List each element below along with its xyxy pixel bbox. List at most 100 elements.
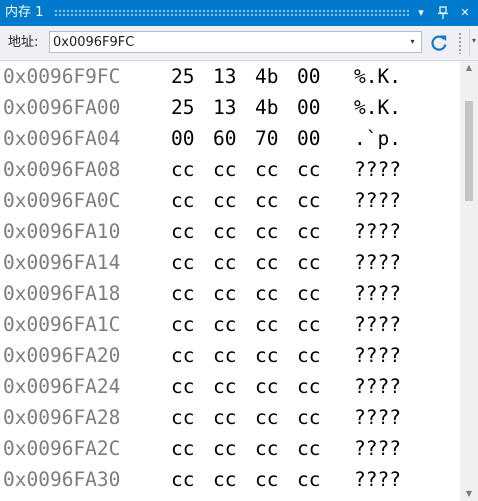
memory-byte[interactable]: 13 [213, 61, 236, 92]
memory-byte[interactable]: cc [255, 402, 278, 433]
memory-row[interactable]: 0x0096FA1C cc cc cc cc???? [0, 309, 460, 340]
memory-row[interactable]: 0x0096FA28 cc cc cc cc???? [0, 402, 460, 433]
memory-byte[interactable]: 4b [255, 61, 278, 92]
memory-row[interactable]: 0x0096FA30 cc cc cc cc???? [0, 464, 460, 495]
memory-row[interactable]: 0x0096FA20 cc cc cc cc???? [0, 340, 460, 371]
memory-ascii: %.K. [354, 65, 401, 88]
memory-byte[interactable]: cc [213, 185, 236, 216]
memory-byte[interactable]: cc [297, 309, 320, 340]
window-title-bar[interactable]: 内存 1 ▾ ✕ [0, 0, 478, 26]
toolbar-separator [469, 29, 470, 56]
memory-byte[interactable]: cc [213, 247, 236, 278]
memory-byte[interactable]: cc [297, 247, 320, 278]
toolbar-overflow-icon[interactable]: ▾ [472, 36, 476, 45]
memory-byte[interactable]: 25 [171, 61, 194, 92]
vertical-scrollbar[interactable]: ▲ ▼ [460, 61, 478, 501]
memory-byte[interactable]: cc [213, 371, 236, 402]
memory-row[interactable]: 0x0096FA2C cc cc cc cc???? [0, 433, 460, 464]
memory-byte[interactable]: cc [297, 371, 320, 402]
memory-byte[interactable]: cc [255, 154, 278, 185]
memory-ascii: ???? [354, 251, 401, 274]
memory-ascii: ???? [354, 189, 401, 212]
memory-row[interactable]: 0x0096FA24 cc cc cc cc???? [0, 371, 460, 402]
memory-byte[interactable]: 25 [171, 92, 194, 123]
memory-byte[interactable]: cc [213, 309, 236, 340]
memory-byte[interactable]: cc [255, 340, 278, 371]
memory-row[interactable]: 0x0096FA04 00 60 70 00 .`p. [0, 123, 460, 154]
scroll-up-icon[interactable]: ▲ [460, 61, 478, 75]
address-combobox[interactable]: ▾ [49, 31, 422, 53]
toolbar-grip[interactable] [458, 32, 462, 54]
memory-byte[interactable]: cc [213, 340, 236, 371]
memory-byte[interactable]: cc [171, 464, 194, 495]
memory-byte[interactable]: cc [171, 247, 194, 278]
memory-byte[interactable]: cc [297, 433, 320, 464]
memory-ascii: ???? [354, 344, 401, 367]
memory-byte[interactable]: cc [171, 402, 194, 433]
memory-byte[interactable]: 00 [297, 61, 320, 92]
memory-address: 0x0096FA1C [3, 313, 121, 336]
memory-byte[interactable]: cc [297, 402, 320, 433]
memory-address: 0x0096FA20 [3, 344, 121, 367]
memory-row[interactable]: 0x0096F9FC 25 13 4b 00 %.K. [0, 61, 460, 92]
memory-byte[interactable]: cc [255, 247, 278, 278]
memory-byte[interactable]: cc [297, 154, 320, 185]
close-icon[interactable]: ✕ [456, 4, 474, 22]
address-input[interactable] [53, 33, 393, 51]
memory-byte[interactable]: cc [255, 464, 278, 495]
memory-byte[interactable]: cc [171, 216, 194, 247]
memory-byte[interactable]: cc [213, 154, 236, 185]
memory-byte[interactable]: cc [171, 309, 194, 340]
scroll-down-icon[interactable]: ▼ [460, 487, 478, 501]
chevron-down-icon[interactable]: ▾ [404, 32, 421, 52]
memory-byte[interactable]: cc [255, 371, 278, 402]
memory-byte[interactable]: cc [255, 433, 278, 464]
memory-byte[interactable]: cc [213, 216, 236, 247]
memory-byte[interactable]: cc [213, 278, 236, 309]
memory-byte[interactable]: cc [171, 154, 194, 185]
memory-byte[interactable]: cc [171, 185, 194, 216]
title-drag-grip[interactable] [54, 9, 409, 16]
memory-ascii: %.K. [354, 96, 401, 119]
refresh-icon[interactable] [429, 33, 449, 53]
memory-byte[interactable]: cc [171, 433, 194, 464]
memory-ascii: ???? [354, 313, 401, 336]
window-menu-dropdown-icon[interactable]: ▾ [412, 4, 430, 22]
memory-ascii: .`p. [354, 127, 401, 150]
memory-row[interactable]: 0x0096FA14 cc cc cc cc???? [0, 247, 460, 278]
memory-byte[interactable]: cc [297, 340, 320, 371]
memory-byte[interactable]: cc [255, 185, 278, 216]
scrollbar-thumb[interactable] [465, 101, 473, 201]
memory-byte[interactable]: cc [255, 309, 278, 340]
memory-byte[interactable]: cc [297, 278, 320, 309]
memory-byte[interactable]: cc [213, 464, 236, 495]
memory-byte[interactable]: cc [297, 216, 320, 247]
memory-byte[interactable]: cc [297, 185, 320, 216]
pin-icon[interactable] [434, 4, 452, 22]
window-title: 内存 1 [5, 5, 44, 20]
memory-address: 0x0096F9FC [3, 65, 121, 88]
memory-byte[interactable]: cc [171, 371, 194, 402]
memory-row[interactable]: 0x0096FA18 cc cc cc cc???? [0, 278, 460, 309]
memory-byte[interactable]: cc [255, 216, 278, 247]
memory-byte[interactable]: 00 [297, 92, 320, 123]
memory-byte[interactable]: 00 [171, 123, 194, 154]
memory-row[interactable]: 0x0096FA10 cc cc cc cc???? [0, 216, 460, 247]
memory-byte[interactable]: 13 [213, 92, 236, 123]
memory-address: 0x0096FA0C [3, 189, 121, 212]
memory-byte[interactable]: cc [255, 278, 278, 309]
memory-byte[interactable]: cc [171, 340, 194, 371]
memory-byte[interactable]: cc [213, 433, 236, 464]
memory-view[interactable]: 0x0096F9FC 25 13 4b 00 %.K. 0x0096FA00 25 13 4b 00… [0, 61, 460, 501]
memory-byte[interactable]: 70 [255, 123, 278, 154]
memory-address: 0x0096FA18 [3, 282, 121, 305]
memory-row[interactable]: 0x0096FA0C cc cc cc cc???? [0, 185, 460, 216]
memory-byte[interactable]: cc [171, 278, 194, 309]
memory-row[interactable]: 0x0096FA08 cc cc cc cc???? [0, 154, 460, 185]
memory-byte[interactable]: cc [297, 464, 320, 495]
memory-row[interactable]: 0x0096FA00 25 13 4b 00 %.K. [0, 92, 460, 123]
memory-byte[interactable]: 60 [213, 123, 236, 154]
memory-byte[interactable]: 00 [297, 123, 320, 154]
memory-byte[interactable]: 4b [255, 92, 278, 123]
memory-byte[interactable]: cc [213, 402, 236, 433]
